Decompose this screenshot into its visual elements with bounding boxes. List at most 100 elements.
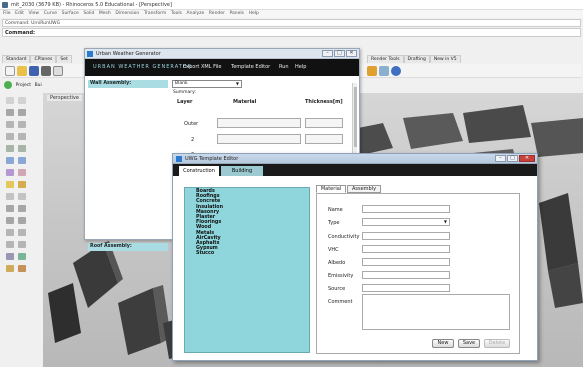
minimize-icon[interactable]: – [322,50,333,57]
tab-cplanes[interactable]: CPlanes [30,55,57,63]
menu-tools[interactable]: Tools [171,10,182,18]
template-editor-title-bar[interactable]: UWG Template Editor – □ ✕ [173,154,537,164]
wall-assembly-select[interactable]: Blank ▼ [172,80,242,88]
tab-construction[interactable]: Construction [179,166,219,176]
name-field[interactable] [362,205,450,213]
material-icon[interactable] [379,66,389,76]
menu-help[interactable]: Help [295,64,306,70]
emissivity-field[interactable] [362,271,450,279]
maximize-icon[interactable]: □ [507,155,518,162]
extrude-icon[interactable] [18,169,26,176]
menu-dimension[interactable]: Dimension [115,10,139,18]
render-icon[interactable] [367,66,377,76]
render-mode-icon[interactable] [6,265,14,272]
menu-view[interactable]: View [28,10,39,18]
menu-template-editor[interactable]: Template Editor [231,64,270,70]
menu-run[interactable]: Run [279,64,289,70]
menu-solid[interactable]: Solid [83,10,94,18]
tab-assembly[interactable]: Assembly [347,185,381,193]
light-icon[interactable] [18,265,26,272]
new-button[interactable]: New [432,339,454,348]
close-icon[interactable]: ✕ [346,50,357,57]
layers-icon[interactable] [4,80,12,89]
menu-render[interactable]: Render [209,10,225,18]
tab-render-tools[interactable]: Render Tools [367,55,404,63]
tab-new-in-v5[interactable]: New in V5 [429,55,461,63]
check-icon[interactable] [18,253,26,260]
open-folder-icon[interactable] [17,66,27,76]
fillet-icon[interactable] [18,181,26,188]
menu-transform[interactable]: Transform [144,10,166,18]
tab-project[interactable]: Project [16,83,31,88]
rectangle-icon[interactable] [6,133,14,140]
tab-material[interactable]: Material [316,185,346,193]
layer-2-thickness[interactable] [305,134,343,144]
move-icon[interactable] [6,205,14,212]
new-file-icon[interactable] [5,66,15,76]
menu-panels[interactable]: Panels [230,10,244,18]
array-icon[interactable] [18,229,26,236]
layer-2-material[interactable] [217,134,301,144]
save-icon[interactable] [29,66,39,76]
text-icon[interactable] [18,241,26,248]
loft-icon[interactable] [18,145,26,152]
command-input[interactable]: Command: [2,28,581,37]
conductivity-field[interactable] [362,232,450,240]
material-category[interactable]: Stucco [185,251,309,256]
polygon-icon[interactable] [18,133,26,140]
dimension-icon[interactable] [6,241,14,248]
tab-set[interactable]: Set [56,55,72,63]
arc-icon[interactable] [18,121,26,128]
menu-file[interactable]: File [3,10,11,18]
tab-drafting[interactable]: Drafting [403,55,430,63]
template-editor-title: UWG Template Editor [185,156,239,162]
surface-icon[interactable] [6,145,14,152]
command-history: Command: UrniRunUWG [2,19,581,27]
scale-icon[interactable] [18,217,26,224]
albedo-field[interactable] [362,258,450,266]
save-button[interactable]: Save [458,339,480,348]
circle-icon[interactable] [6,121,14,128]
sphere-icon[interactable] [18,157,26,164]
split-icon[interactable] [18,193,26,200]
menu-edit[interactable]: Edit [15,10,24,18]
type-select[interactable]: ▼ [362,218,450,226]
analyze-icon[interactable] [6,253,14,260]
menu-curve[interactable]: Curve [44,10,57,18]
mesh-icon[interactable] [6,169,14,176]
delete-button[interactable]: Delete [484,339,510,348]
menu-surface[interactable]: Surface [62,10,79,18]
comment-textarea[interactable] [362,294,510,330]
uwg-scroll-thumb[interactable] [354,87,357,147]
menu-help[interactable]: Help [249,10,259,18]
mirror-icon[interactable] [6,229,14,236]
select-tool-icon[interactable] [6,97,14,104]
tab-building[interactable]: Building [221,166,263,176]
vhc-field[interactable] [362,245,450,253]
menu-export-xml[interactable]: Export XML File [183,64,221,70]
trim-icon[interactable] [6,193,14,200]
environment-icon[interactable] [391,66,401,76]
curve-icon[interactable] [18,109,26,116]
close-icon[interactable]: ✕ [519,155,535,162]
boolean-icon[interactable] [6,181,14,188]
tab-bui[interactable]: Bui [35,83,42,88]
menu-analyze[interactable]: Analyze [187,10,205,18]
polyline-icon[interactable] [6,109,14,116]
copy-icon[interactable] [18,205,26,212]
material-tree[interactable]: Boards Roofings Concrete Insulation Maso… [184,187,310,353]
print-icon[interactable] [41,66,51,76]
template-window-controls: – □ ✕ [495,155,535,162]
layer-outer-material[interactable] [217,118,301,128]
source-field[interactable] [362,284,450,292]
solid-box-icon[interactable] [6,157,14,164]
point-tool-icon[interactable] [18,97,26,104]
properties-icon[interactable] [53,66,63,76]
tab-standard[interactable]: Standard [2,55,31,63]
maximize-icon[interactable]: □ [334,50,345,57]
minimize-icon[interactable]: – [495,155,506,162]
uwg-title-bar[interactable]: Urban Weather Generator – □ ✕ [85,49,359,59]
menu-mesh[interactable]: Mesh [99,10,111,18]
rotate-icon[interactable] [6,217,14,224]
layer-outer-thickness[interactable] [305,118,343,128]
